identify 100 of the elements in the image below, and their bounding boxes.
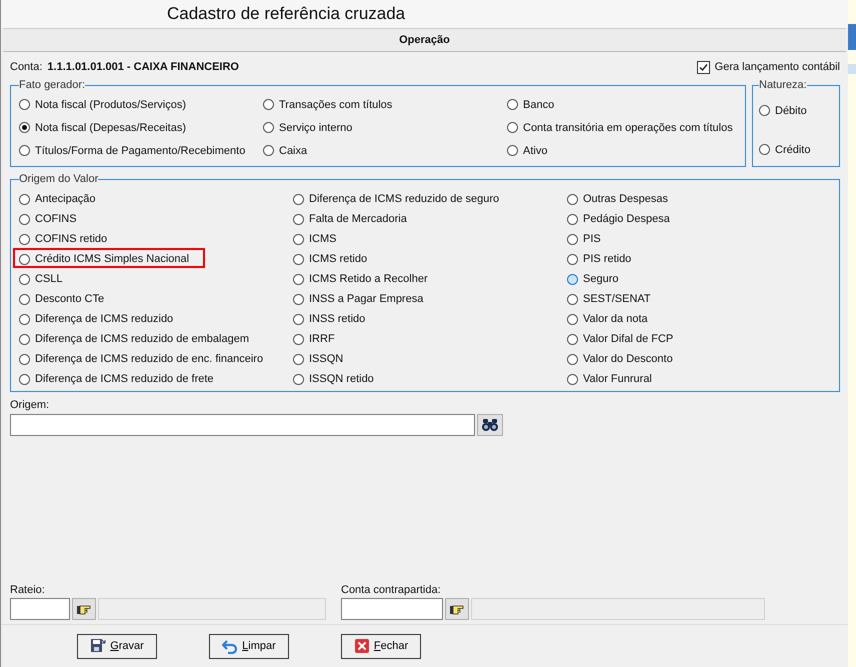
radio-button[interactable] [19,99,30,110]
conta-label: Conta: [10,61,42,73]
radio-button[interactable] [19,122,30,133]
radio-button[interactable] [19,145,30,156]
radio-button[interactable] [293,374,304,384]
radio-label: Valor Funrural [583,373,652,385]
radio-button[interactable] [263,99,274,110]
radio-button[interactable] [567,354,578,364]
radio-button[interactable] [263,145,274,156]
save-button[interactable]: Gravar [77,634,157,658]
close-button[interactable]: Fechar [341,634,421,658]
radio-button[interactable] [759,144,770,155]
group-title: Origem do Valor [19,173,98,185]
radio-button[interactable] [567,194,578,204]
conta-contrapartida-label: Conta contrapartida: [341,584,442,596]
radio-label: Ativo [523,144,548,156]
radio-button[interactable] [19,274,30,284]
radio-label: Crédito ICMS Simples Nacional [35,253,190,265]
radio-label: ICMS [309,233,336,245]
radio-label: Valor Difal de FCP [583,333,674,345]
lookup-button[interactable] [445,598,469,620]
radio-button[interactable] [567,254,578,264]
radio-button[interactable] [567,334,578,344]
search-button[interactable] [477,414,503,436]
radio-button[interactable] [293,194,304,204]
lookup-button[interactable] [72,598,96,620]
radio-button[interactable] [19,334,30,344]
rateio-label: Rateio: [10,584,46,596]
radio-button[interactable] [759,105,770,116]
close-icon [354,638,370,654]
radio-button[interactable] [19,314,30,324]
radio-button[interactable] [567,374,578,384]
section-header: Operação [3,28,846,52]
radio-button[interactable] [507,99,518,110]
radio-button[interactable] [567,314,578,324]
radio-label: Caixa [279,144,308,156]
radio-button[interactable] [293,274,304,284]
pointing-hand-icon [77,606,90,614]
radio-button[interactable] [293,214,304,224]
radio-label: Transações com títulos [279,98,392,110]
radio-label: Pedágio Despesa [583,213,670,225]
radio-label: Títulos/Forma de Pagamento/Recebimento [35,144,246,156]
checkbox-label: Gera lançamento contábil [714,61,840,73]
radio-button[interactable] [19,294,30,304]
radio-button[interactable] [19,234,30,244]
radio-label: ICMS retido [309,253,368,265]
radio-label: Serviço interno [279,122,352,134]
radio-label: Conta transitória em operações com títulos [523,122,733,134]
group-title: Fato gerador: [19,79,86,91]
radio-button[interactable] [293,334,304,344]
radio-label: ICMS Retido a Recolher [309,273,428,285]
radio-label: Débito [775,104,807,116]
radio-button[interactable] [567,234,578,244]
radio-label: INSS a Pagar Empresa [309,293,424,305]
radio-label: ISSQN retido [309,373,374,385]
radio-button[interactable] [293,254,304,264]
rateio-field[interactable] [10,598,70,620]
radio-label: Diferença de ICMS reduzido de frete [35,373,214,385]
radio-label: COFINS [35,213,77,225]
radio-label: Diferença de ICMS reduzido de enc. financeiro [35,353,264,365]
radio-button[interactable] [19,354,30,364]
radio-button[interactable] [293,354,304,364]
origem-label: Origem: [10,399,50,411]
radio-button[interactable] [567,274,578,284]
radio-label: Crédito [775,144,810,156]
radio-label: Banco [523,98,554,110]
radio-button[interactable] [19,194,30,204]
undo-icon [222,638,238,654]
radio-button[interactable] [293,294,304,304]
window-title: Cadastro de referência cruzada [167,4,406,24]
radio-label: Diferença de ICMS reduzido de seguro [309,193,500,205]
radio-button[interactable] [507,122,518,133]
conta-contrapartida-field[interactable] [341,598,443,620]
radio-label: Antecipação [35,193,96,205]
radio-button[interactable] [293,234,304,244]
radio-button[interactable] [567,214,578,224]
radio-label: Valor do Desconto [583,353,673,365]
radio-button[interactable] [293,314,304,324]
radio-label: SEST/SENAT [583,293,651,305]
pointing-hand-icon [450,606,464,614]
checkbox[interactable] [696,60,710,74]
binoculars-icon [482,419,498,431]
radio-button[interactable] [263,122,274,133]
radio-label: ISSQN [309,353,344,365]
radio-label: Valor da nota [583,313,648,325]
radio-label: Desconto CTe [35,293,104,305]
radio-label: CSLL [35,273,63,285]
radio-label: PIS retido [583,253,632,265]
radio-label: Diferença de ICMS reduzido [35,313,174,325]
undo-button[interactable]: Limpar [209,634,289,658]
radio-button[interactable] [567,294,578,304]
conta-value: 1.1.1.01.01.001 - CAIXA FINANCEIRO [47,61,239,73]
radio-label: COFINS retido [35,233,108,245]
origem-field[interactable] [10,414,475,436]
radio-label: Outras Despesas [583,193,668,205]
radio-label: PIS [583,233,601,245]
radio-button[interactable] [19,254,30,264]
radio-button[interactable] [19,374,30,384]
radio-button[interactable] [19,214,30,224]
radio-button[interactable] [507,145,518,156]
